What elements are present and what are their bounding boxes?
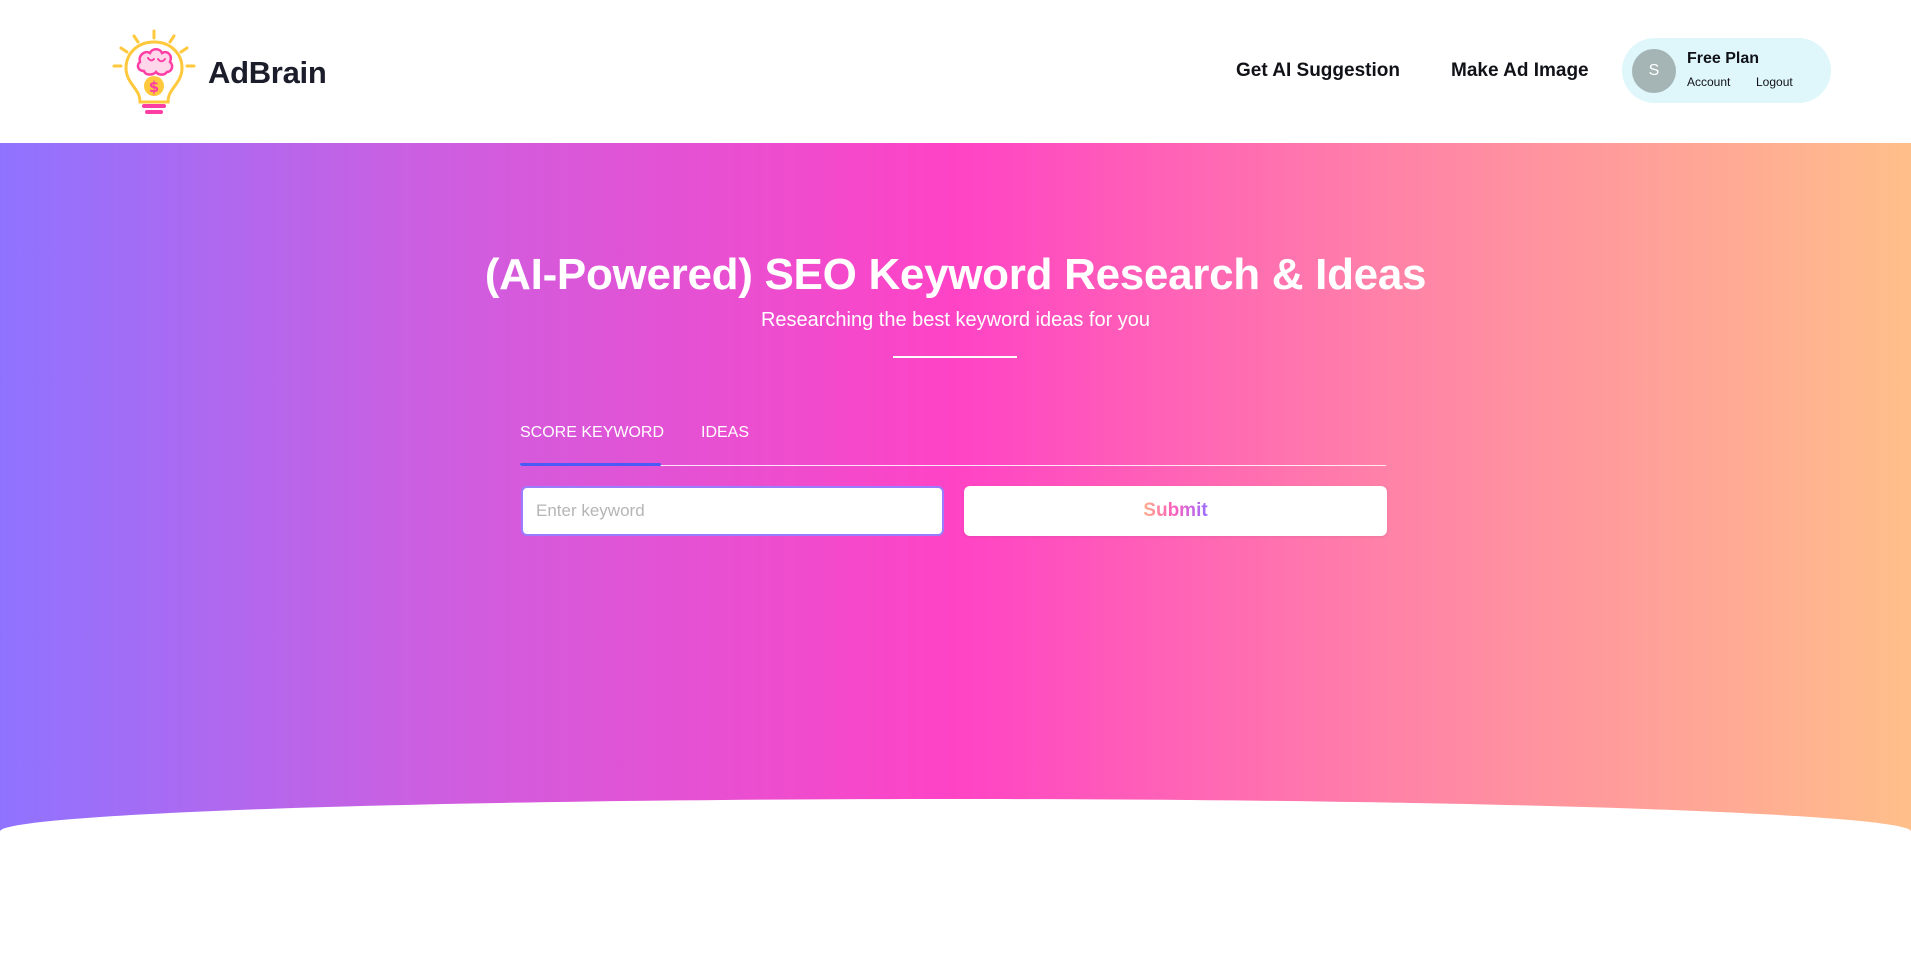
plan-name: Free Plan — [1687, 50, 1760, 67]
brand-name: AdBrain — [208, 55, 327, 90]
top-header: $ AdBrain Get AI Suggestion Make Ad Imag… — [0, 0, 1911, 143]
hero-section — [0, 143, 1911, 843]
account-link[interactable]: Account — [1687, 75, 1730, 89]
submit-button[interactable]: Submit — [964, 486, 1387, 536]
active-tab-indicator — [520, 463, 661, 466]
brand-logo[interactable]: $ AdBrain — [110, 28, 327, 118]
account-menu: S Free Plan Account Logout — [1622, 38, 1831, 103]
tab-score-keyword[interactable]: SCORE KEYWORD — [520, 424, 664, 442]
hero-wave-divider — [0, 799, 1911, 965]
page-title: (AI-Powered) SEO Keyword Research & Idea… — [484, 250, 1427, 299]
svg-text:$: $ — [149, 78, 159, 96]
submit-button-label: Submit — [1143, 500, 1208, 521]
lightbulb-brain-dollar-icon: $ — [110, 28, 198, 118]
avatar[interactable]: S — [1632, 49, 1676, 93]
title-divider — [893, 356, 1017, 358]
page-subtitle: Researching the best keyword ideas for y… — [760, 309, 1151, 331]
research-tabs: SCORE KEYWORD IDEAS — [520, 424, 1386, 466]
nav-get-ai-suggestion[interactable]: Get AI Suggestion — [1236, 60, 1400, 82]
nav-make-ad-image[interactable]: Make Ad Image — [1451, 60, 1589, 82]
tab-ideas[interactable]: IDEAS — [701, 424, 749, 442]
keyword-input[interactable] — [521, 486, 944, 536]
logout-link[interactable]: Logout — [1756, 75, 1793, 89]
